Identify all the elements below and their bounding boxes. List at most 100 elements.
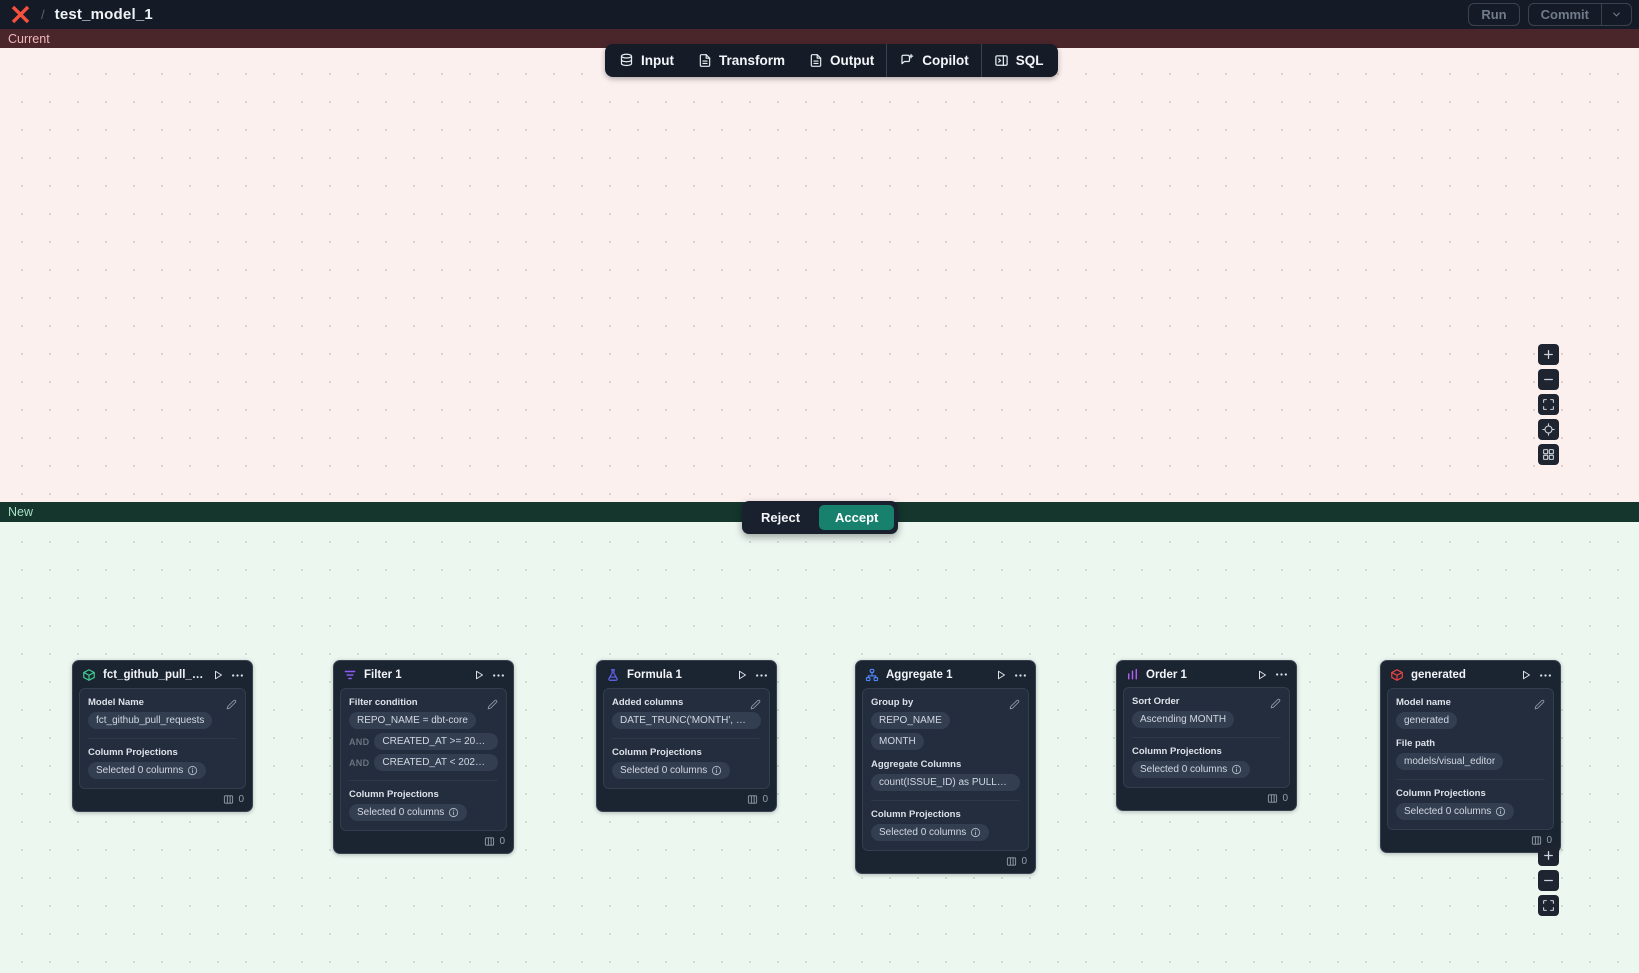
value-pill: Selected 0 columns (349, 804, 467, 821)
node-header[interactable]: generated (1381, 661, 1560, 688)
toolbar-item-input[interactable]: Input (607, 44, 686, 77)
current-label: Current (8, 32, 50, 46)
run-node-button[interactable] (473, 669, 485, 681)
edit-icon[interactable] (750, 697, 761, 715)
value-pill-text: REPO_NAME = dbt-core (357, 715, 468, 726)
node-row-count: 0 (1117, 788, 1296, 805)
run-node-button[interactable] (1256, 669, 1268, 681)
value-pill-text: CREATED_AT < 2025-03-01 (382, 757, 490, 768)
node-field-group: Column ProjectionsSelected 0 columns (612, 738, 761, 779)
database-icon (619, 53, 634, 68)
chevron-down-icon (1611, 9, 1622, 20)
value-pill-text: Selected 0 columns (96, 765, 183, 776)
model-icon (1390, 668, 1404, 682)
value-pill: generated (1396, 712, 1457, 729)
canvas-node[interactable]: generatedModel namegeneratedFile pathmod… (1380, 660, 1561, 853)
node-field-group: Column ProjectionsSelected 0 columns (1396, 779, 1545, 820)
run-button[interactable]: Run (1468, 3, 1519, 26)
canvas-current[interactable] (0, 48, 1639, 502)
run-node-button[interactable] (736, 669, 748, 681)
commit-button[interactable]: Commit (1529, 4, 1601, 25)
dbt-logo-icon[interactable] (10, 4, 31, 25)
zoom-out-button[interactable] (1538, 369, 1559, 390)
toolbar-item-copilot[interactable]: Copilot (887, 44, 981, 77)
field-label: Model Name (88, 697, 237, 708)
toolbar-item-output[interactable]: Output (797, 44, 886, 77)
toolbar-item-sql[interactable]: SQL (982, 44, 1056, 77)
node-header[interactable]: Filter 1 (334, 661, 513, 688)
value-pill: MONTH (871, 733, 924, 750)
zoom-out-button[interactable] (1538, 870, 1559, 891)
toolbar-item-label: Copilot (922, 53, 969, 68)
value-pill-text: Selected 0 columns (1140, 764, 1227, 775)
info-icon[interactable] (1231, 764, 1242, 775)
canvas-node[interactable]: Aggregate 1Group byREPO_NAMEMONTHAggrega… (855, 660, 1036, 874)
canvas-node[interactable]: Order 1Sort OrderAscending MONTHColumn P… (1116, 660, 1297, 811)
reject-button[interactable]: Reject (746, 505, 815, 530)
edit-icon[interactable] (1009, 697, 1020, 715)
value-pill-text: Ascending MONTH (1140, 714, 1226, 725)
toolbar-item-transform[interactable]: Transform (686, 44, 797, 77)
run-node-button[interactable] (1520, 669, 1532, 681)
run-node-button[interactable] (995, 669, 1007, 681)
focus-button[interactable] (1538, 419, 1559, 440)
row-count-value: 0 (1021, 856, 1027, 867)
layout-grid-button[interactable] (1538, 444, 1559, 465)
edit-icon[interactable] (1270, 696, 1281, 714)
new-pane-controls (1538, 845, 1559, 916)
field-label: Model name (1396, 697, 1545, 708)
pill-row: Ascending MONTH (1132, 711, 1281, 728)
info-icon[interactable] (187, 765, 198, 776)
breadcrumb: / test_model_1 (10, 4, 153, 25)
node-menu-button[interactable] (492, 669, 505, 682)
edit-icon[interactable] (226, 697, 237, 715)
info-icon[interactable] (711, 765, 722, 776)
canvas-node[interactable]: fct_github_pull_requestsModel Namefct_gi… (72, 660, 253, 812)
node-menu-button[interactable] (1014, 669, 1027, 682)
value-pill-text: Selected 0 columns (879, 827, 966, 838)
commit-menu-button[interactable] (1602, 4, 1631, 25)
node-field-group: Column ProjectionsSelected 0 columns (1132, 737, 1281, 778)
file-icon (698, 53, 712, 68)
node-actions (1520, 669, 1552, 682)
zoom-in-button[interactable] (1538, 344, 1559, 365)
node-menu-button[interactable] (1275, 668, 1288, 681)
node-header[interactable]: Order 1 (1117, 661, 1296, 687)
value-pill: REPO_NAME (871, 712, 950, 729)
node-header[interactable]: Aggregate 1 (856, 661, 1035, 688)
zoom-in-button[interactable] (1538, 845, 1559, 866)
value-pill-text: models/visual_editor (1404, 756, 1495, 767)
fit-view-button[interactable] (1538, 895, 1559, 916)
node-actions (1256, 668, 1288, 681)
canvas-node[interactable]: Filter 1Filter conditionREPO_NAME = dbt-… (333, 660, 514, 854)
pill-row: Selected 0 columns (612, 762, 761, 779)
node-menu-button[interactable] (231, 669, 244, 682)
toolbar-item-label: Transform (719, 53, 785, 68)
info-icon[interactable] (970, 827, 981, 838)
info-icon[interactable] (1495, 806, 1506, 817)
edit-icon[interactable] (487, 697, 498, 715)
toolbar-item-label: SQL (1016, 53, 1044, 68)
node-menu-button[interactable] (755, 669, 768, 682)
row-count-value: 0 (238, 794, 244, 805)
canvas-node[interactable]: Formula 1Added columnsDATE_TRUNC('MONTH'… (596, 660, 777, 812)
pill-row: REPO_NAME (871, 712, 1020, 729)
node-menu-button[interactable] (1539, 669, 1552, 682)
value-pill: models/visual_editor (1396, 753, 1503, 770)
accept-button[interactable]: Accept (819, 505, 894, 530)
canvas-new[interactable]: fct_github_pull_requestsModel Namefct_gi… (0, 522, 1639, 973)
run-node-button[interactable] (212, 669, 224, 681)
columns-icon (1006, 856, 1017, 867)
row-count-value: 0 (1282, 793, 1288, 804)
node-card: Added columnsDATE_TRUNC('MONTH', CREATED… (603, 688, 770, 789)
row-count-value: 0 (762, 794, 768, 805)
node-row-count: 0 (597, 789, 776, 806)
info-icon[interactable] (448, 807, 459, 818)
node-header[interactable]: fct_github_pull_requests (73, 661, 252, 688)
edit-icon[interactable] (1534, 697, 1545, 715)
fit-view-button[interactable] (1538, 394, 1559, 415)
node-toolbar: Input Transform Output Copilot SQL (605, 44, 1058, 77)
pill-row: models/visual_editor (1396, 753, 1545, 770)
node-header[interactable]: Formula 1 (597, 661, 776, 688)
node-card: Model namegeneratedFile pathmodels/visua… (1387, 688, 1554, 830)
